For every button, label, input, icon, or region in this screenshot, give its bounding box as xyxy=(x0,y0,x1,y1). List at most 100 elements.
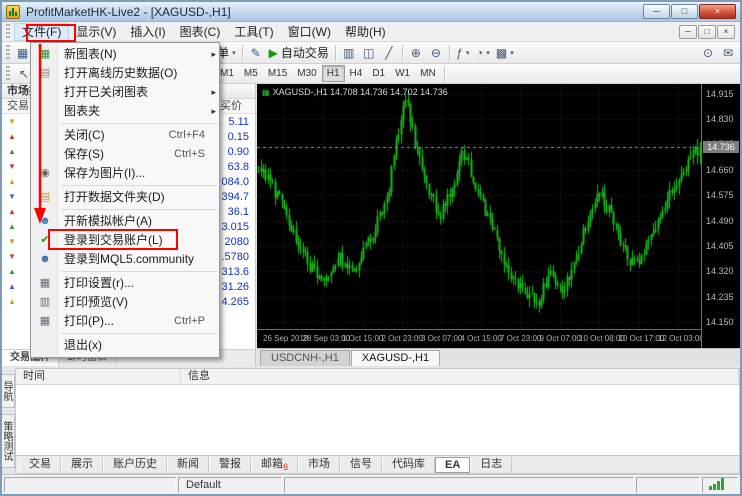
bar-chart-icon: ▥ xyxy=(343,47,354,59)
templates-button[interactable]: ▩▾ xyxy=(493,44,517,62)
window-controls: ─ □ × xyxy=(643,4,736,19)
menu-插入(I)[interactable]: 插入(I) xyxy=(123,23,172,41)
time-axis[interactable]: 26 Sep 201828 Sep 03:001 Oct 15:002 Oct … xyxy=(257,329,701,348)
toolbar-separator xyxy=(335,45,336,61)
menu-separator xyxy=(61,271,217,272)
title-bar[interactable]: ProfitMarketHK-Live2 - [XAGUSD-,H1] ─ □ … xyxy=(2,2,740,22)
periods-button[interactable]: ◔▾ xyxy=(473,44,493,62)
new-chart-icon: ▦ xyxy=(17,47,28,59)
status-profile[interactable]: Default xyxy=(178,477,282,493)
menu-item-图表夹[interactable]: 图表夹▸ xyxy=(31,102,219,121)
menu-item-关闭(C)[interactable]: 关闭(C)Ctrl+F4 xyxy=(31,126,219,145)
metaeditor-button[interactable]: ✎ xyxy=(246,44,266,62)
terminal-tab-日志[interactable]: 日志 xyxy=(470,457,512,473)
community-button[interactable]: ✉ xyxy=(718,44,738,62)
menu-item-保存(S)[interactable]: 保存(S)Ctrl+S xyxy=(31,145,219,164)
menu-显示(V)[interactable]: 显示(V) xyxy=(69,23,123,41)
terminal-tab-信号[interactable]: 信号 xyxy=(340,457,382,473)
terminal-tab-代码库[interactable]: 代码库 xyxy=(382,457,435,473)
menubar-grip xyxy=(6,24,10,39)
terminal-column-时间[interactable]: 时间 xyxy=(16,369,181,384)
menu-item-登录到交易账户(L)[interactable]: ✔登录到交易账户(L) xyxy=(31,231,219,250)
candlesticks-icon: ◫ xyxy=(363,47,374,59)
timeframe-D1-button[interactable]: D1 xyxy=(367,65,390,82)
maximize-button[interactable]: □ xyxy=(671,4,698,19)
menu-item-打开已关闭图表[interactable]: 打开已关闭图表▸ xyxy=(31,83,219,102)
symbol-arrow-icon: ▲ xyxy=(5,222,19,231)
candlesticks-button[interactable]: ◫ xyxy=(359,44,379,62)
chart-tab-XAGUSD-,H1[interactable]: XAGUSD-,H1 xyxy=(351,350,440,366)
mdi-minimize-button[interactable]: ─ xyxy=(679,25,697,39)
zoom-in-icon: ⊕ xyxy=(411,47,421,59)
journal-content[interactable] xyxy=(16,385,739,455)
menu-item-打开数据文件夹(D)[interactable]: ▤打开数据文件夹(D) xyxy=(31,188,219,207)
menu-帮助(H)[interactable]: 帮助(H) xyxy=(338,23,393,41)
terminal-tab-交易[interactable]: 交易 xyxy=(19,457,61,473)
timeframe-M30-button[interactable]: M30 xyxy=(292,65,321,82)
line-chart-button[interactable]: ╱ xyxy=(379,44,399,62)
printer-icon: ▦ xyxy=(35,312,55,331)
symbol-price: 63.8 xyxy=(228,161,255,173)
price-axis[interactable]: 14.91514.83014.74514.66014.57514.49014.4… xyxy=(701,84,740,348)
terminal-column-信息[interactable]: 信息 xyxy=(181,369,739,384)
bar-chart-button[interactable]: ▥ xyxy=(339,44,359,62)
connection-bars-icon[interactable] xyxy=(702,477,738,493)
price-tick: 14.320 xyxy=(706,266,734,276)
symbol-price: 0.15 xyxy=(228,131,255,143)
menu-item-label: 打印(P)... xyxy=(64,312,114,331)
terminal-tab-新闻[interactable]: 新闻 xyxy=(167,457,209,473)
menu-item-新图表(N)[interactable]: ▦新图表(N)▸ xyxy=(31,45,219,64)
menu-item-打开离线历史数据(O)[interactable]: ▤打开离线历史数据(O) xyxy=(31,64,219,83)
dropdown-caret-icon: ▾ xyxy=(232,49,236,57)
menu-item-退出(x)[interactable]: 退出(x) xyxy=(31,336,219,355)
terminal-tab-EA[interactable]: EA xyxy=(435,457,470,473)
panel-tab-策略测试[interactable]: 策略测试 xyxy=(2,414,15,468)
camera-icon: ◉ xyxy=(35,164,55,183)
search-button[interactable]: ⊙ xyxy=(698,44,718,62)
timeframe-W1-button[interactable]: W1 xyxy=(390,65,415,82)
menu-窗口(W)[interactable]: 窗口(W) xyxy=(281,23,338,41)
menu-文件(F)[interactable]: 文件(F) xyxy=(14,23,69,41)
close-button[interactable]: × xyxy=(699,4,736,19)
timeframe-H1-button[interactable]: H1 xyxy=(322,65,345,82)
menu-item-打印预览(V)[interactable]: ▥打印预览(V) xyxy=(31,293,219,312)
menu-item-打印(P)...[interactable]: ▦打印(P)...Ctrl+P xyxy=(31,312,219,331)
dropdown-caret-icon: ▾ xyxy=(486,49,490,57)
mdi-restore-button[interactable]: □ xyxy=(698,25,716,39)
chart-tab-USDCNH-,H1[interactable]: USDCNH-,H1 xyxy=(260,350,350,366)
candlestick-canvas[interactable] xyxy=(257,84,701,329)
menu-工具(T)[interactable]: 工具(T) xyxy=(227,23,280,41)
zoom-in-button[interactable]: ⊕ xyxy=(406,44,426,62)
menu-item-登录到MQL5.community[interactable]: ☻登录到MQL5.community xyxy=(31,250,219,269)
menu-图表(C)[interactable]: 图表(C) xyxy=(173,23,228,41)
timeframe-M5-button[interactable]: M5 xyxy=(239,65,263,82)
menu-item-开新模拟帐户(A)[interactable]: ☻开新模拟帐户(A) xyxy=(31,212,219,231)
mdi-close-button[interactable]: × xyxy=(717,25,735,39)
dropdown-caret-icon: ▾ xyxy=(510,49,514,57)
symbol-arrow-icon: ▼ xyxy=(5,162,19,171)
symbol-arrow-icon: ▲ xyxy=(5,132,19,141)
indicators-button[interactable]: ƒ▾ xyxy=(453,44,473,62)
unread-badge: 6 xyxy=(283,462,288,472)
terminal-tab-邮箱[interactable]: 邮箱6 xyxy=(251,457,298,473)
timeframe-MN-button[interactable]: MN xyxy=(415,65,441,82)
symbol-arrow-icon: ▲ xyxy=(5,207,19,216)
time-label: 3 Oct 07:00 xyxy=(421,334,462,343)
timeframe-H4-button[interactable]: H4 xyxy=(345,65,368,82)
panel-tab-导航[interactable]: 导航 xyxy=(2,374,15,408)
autotrading-button[interactable]: ▶自动交易 xyxy=(266,44,332,62)
menu-item-保存为图片(I)...[interactable]: ◉保存为图片(I)... xyxy=(31,164,219,183)
status-traffic-area xyxy=(636,477,700,493)
menu-item-打印设置(r)...[interactable]: ▦打印设置(r)... xyxy=(31,274,219,293)
symbol-arrow-icon: ▼ xyxy=(5,192,19,201)
zoom-out-button[interactable]: ⊖ xyxy=(426,44,446,62)
timeframe-M15-button[interactable]: M15 xyxy=(263,65,292,82)
terminal-tab-展示[interactable]: 展示 xyxy=(61,457,103,473)
minimize-button[interactable]: ─ xyxy=(643,4,670,19)
price-tick: 14.150 xyxy=(706,317,734,327)
autotrading-label: 自动交易 xyxy=(281,44,329,61)
price-tick: 14.830 xyxy=(706,114,734,124)
terminal-tab-市场[interactable]: 市场 xyxy=(298,457,340,473)
terminal-tab-账户历史[interactable]: 账户历史 xyxy=(103,457,167,473)
terminal-tab-警报[interactable]: 警报 xyxy=(209,457,251,473)
